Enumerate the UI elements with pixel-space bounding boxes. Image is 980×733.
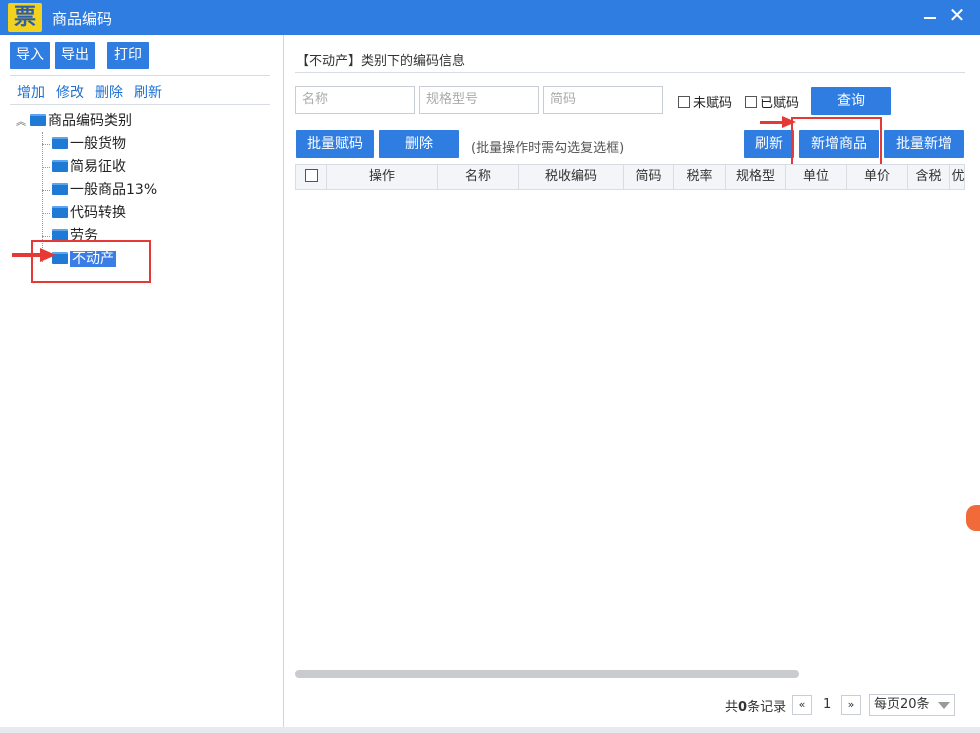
folder-icon [52, 183, 68, 195]
minimize-icon[interactable] [920, 6, 940, 26]
annotation-arrow-head [40, 248, 56, 262]
tree-guide [42, 213, 50, 214]
tree-guide [42, 167, 50, 168]
import-button[interactable]: 导入 [10, 42, 50, 69]
record-count: 共0条记录 [725, 696, 786, 715]
app-logo-icon: 票 [8, 3, 42, 32]
annotation-highlight-box [791, 117, 882, 167]
batch-add-button[interactable]: 批量新增 [884, 130, 964, 158]
tree-item-label: 一般货物 [70, 136, 126, 152]
annotation-arrow [12, 253, 42, 257]
delete-category-link[interactable]: 删除 [95, 82, 123, 102]
tree-item[interactable]: 代码转换 [52, 202, 126, 224]
page-size-select[interactable]: 每页20条 [869, 694, 955, 716]
category-panel: 导入 导出 打印 增加 修改 删除 刷新 ︽ 商品编码类别 一般货物 简易征收 一… [0, 35, 284, 733]
select-all-checkbox[interactable] [304, 169, 318, 182]
checkbox-icon[interactable] [678, 96, 690, 108]
tree-item[interactable]: 一般货物 [52, 133, 126, 155]
folder-icon [30, 114, 46, 126]
record-count-suffix: 条记录 [747, 700, 787, 715]
current-page: 1 [823, 697, 832, 712]
next-page-button[interactable]: » [841, 695, 861, 715]
bottom-strip [0, 727, 980, 733]
checkbox-label: 已赋码 [760, 96, 800, 111]
title-bar: 票 商品编码 ✕ [0, 0, 980, 35]
tree-guide [42, 144, 50, 145]
delete-button[interactable]: 删除 [379, 130, 459, 158]
column-header[interactable]: 含税 [908, 165, 950, 189]
collapse-icon[interactable]: ︽ [16, 112, 30, 134]
column-header[interactable]: 单价 [847, 165, 908, 189]
edit-category-link[interactable]: 修改 [56, 82, 84, 102]
record-count-value: 0 [738, 700, 748, 715]
chevron-down-icon [938, 702, 950, 709]
annotation-arrow-head [782, 116, 796, 128]
column-header[interactable]: 规格型 [726, 165, 786, 189]
batch-hint-text: (批量操作时需勾选复选框) [471, 141, 625, 156]
tree-item-label: 简易征收 [70, 159, 126, 175]
prev-page-button[interactable]: « [792, 695, 812, 715]
column-header[interactable]: 名称 [438, 165, 519, 189]
window-title: 商品编码 [52, 10, 113, 28]
floating-badge-icon[interactable] [966, 505, 980, 531]
assigned-checkbox[interactable]: 已赋码 [745, 92, 799, 111]
add-category-link[interactable]: 增加 [17, 82, 45, 102]
print-button[interactable]: 打印 [107, 42, 149, 69]
grid-header: 操作 名称 税收编码 简码 税率 规格型 单位 单价 含税 优 [295, 164, 965, 190]
column-header[interactable]: 税率 [674, 165, 726, 189]
column-header[interactable]: 优 [950, 165, 964, 189]
tree-guide [42, 236, 50, 237]
refresh-category-link[interactable]: 刷新 [134, 82, 162, 102]
tree-guide [42, 190, 50, 191]
name-input[interactable]: 名称 [295, 86, 415, 114]
horizontal-scrollbar[interactable] [295, 670, 799, 678]
folder-icon [52, 137, 68, 149]
spec-input[interactable]: 规格型号 [419, 86, 539, 114]
tree-item[interactable]: 简易征收 [52, 156, 126, 178]
column-header[interactable]: 税收编码 [519, 165, 624, 189]
checkbox-icon[interactable] [745, 96, 757, 108]
folder-icon [52, 160, 68, 172]
folder-icon [52, 206, 68, 218]
tree-root[interactable]: ︽ 商品编码类别 [16, 110, 132, 132]
checkbox-label: 未赋码 [693, 96, 733, 111]
refresh-button[interactable]: 刷新 [744, 130, 794, 158]
column-header[interactable]: 简码 [624, 165, 674, 189]
short-code-input[interactable]: 简码 [543, 86, 663, 114]
query-button[interactable]: 查询 [811, 87, 891, 115]
column-header[interactable]: 单位 [786, 165, 847, 189]
page-size-value: 每页20条 [874, 697, 930, 712]
divider [295, 72, 965, 73]
select-all-column[interactable] [296, 165, 327, 189]
batch-assign-button[interactable]: 批量赋码 [296, 130, 374, 158]
record-count-prefix: 共 [725, 700, 739, 715]
unassigned-checkbox[interactable]: 未赋码 [678, 92, 732, 111]
divider [10, 75, 270, 76]
export-button[interactable]: 导出 [55, 42, 95, 69]
tree-item[interactable]: 一般商品13% [52, 179, 157, 201]
column-header[interactable]: 操作 [327, 165, 438, 189]
panel-title: 【不动产】类别下的编码信息 [296, 54, 466, 69]
tree-root-label: 商品编码类别 [48, 113, 132, 129]
tree-item-label: 一般商品13% [70, 182, 158, 198]
divider [10, 104, 270, 105]
tree-item-label: 代码转换 [70, 205, 126, 221]
close-icon[interactable]: ✕ [946, 4, 968, 26]
